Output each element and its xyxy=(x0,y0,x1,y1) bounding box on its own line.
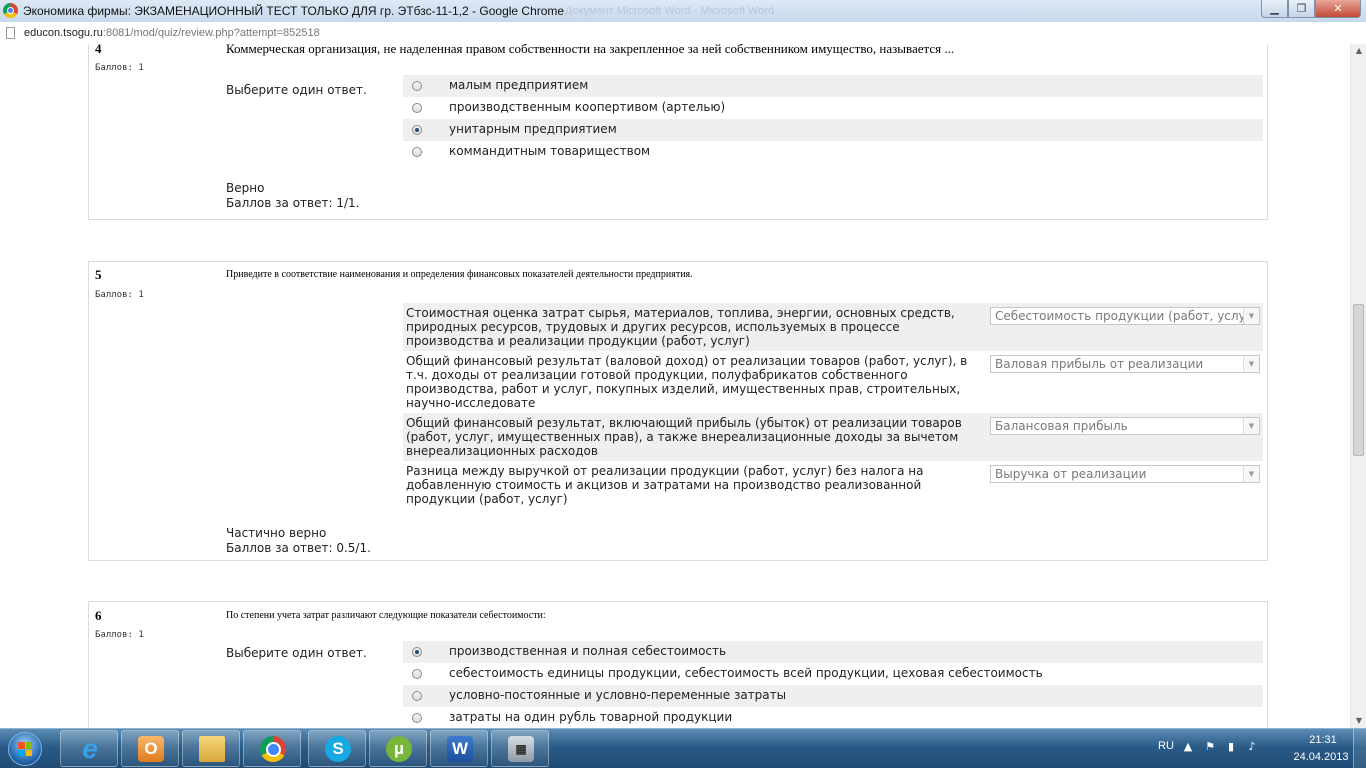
question-text: По степени учета затрат различают следую… xyxy=(226,610,546,621)
chevron-down-icon: ▼ xyxy=(1243,308,1259,324)
question-grade: Баллов: 1 xyxy=(95,630,144,640)
utorrent-icon: µ xyxy=(386,736,412,762)
action-center-flag-icon[interactable]: ⚑ xyxy=(1204,741,1216,753)
outcome-score: Баллов за ответ: 1/1. xyxy=(226,196,360,210)
question-text: Коммерческая организация, не наделенная … xyxy=(226,44,955,56)
windows-start-orb-icon xyxy=(8,732,42,766)
taskbar-internet-explorer[interactable]: e xyxy=(60,730,118,767)
match-definition: Общий финансовый результат, включающий п… xyxy=(406,416,962,458)
chevron-down-icon: ▼ xyxy=(1243,418,1259,434)
answer-option[interactable]: малым предприятием xyxy=(403,75,1263,97)
answer-option[interactable]: производственным коопертивом (артелью) xyxy=(403,97,1263,119)
page-icon xyxy=(6,27,15,39)
answer-list: малым предприятием производственным кооп… xyxy=(403,75,1263,163)
close-button[interactable]: ✕ xyxy=(1315,0,1361,18)
scroll-thumb[interactable] xyxy=(1353,304,1364,456)
answer-option[interactable]: коммандитным товариществом xyxy=(403,141,1263,163)
answer-option[interactable]: производственная и полная себестоимость xyxy=(403,641,1263,663)
question-text: Приведите в соответствие наименования и … xyxy=(226,269,693,280)
question-number: 5 xyxy=(95,267,102,282)
radio-button[interactable] xyxy=(412,147,422,157)
question-grade: Баллов: 1 xyxy=(95,290,144,300)
radio-button-selected[interactable] xyxy=(412,647,422,657)
question-grade: Баллов: 1 xyxy=(95,63,144,73)
match-select[interactable]: Валовая прибыль от реализации ▼ xyxy=(990,355,1260,373)
show-hidden-icons-icon[interactable]: ▲ xyxy=(1182,741,1194,753)
vertical-scrollbar[interactable]: ▲ ▼ xyxy=(1350,44,1366,728)
internet-explorer-icon: e xyxy=(82,733,98,764)
folder-icon xyxy=(199,736,225,762)
question-outcome: Частично верно Баллов за ответ: 0.5/1. xyxy=(226,526,371,556)
clock-time[interactable]: 21:31 xyxy=(1298,734,1348,746)
question-6: 6 Баллов: 1 По степени учета затрат разл… xyxy=(88,601,1268,728)
question-outcome: Верно Баллов за ответ: 1/1. xyxy=(226,181,359,211)
match-select[interactable]: Выручка от реализации ▼ xyxy=(990,465,1260,483)
chevron-down-icon: ▼ xyxy=(1243,356,1259,372)
word-icon: W xyxy=(447,736,473,762)
outcome-status: Верно xyxy=(226,181,265,195)
match-list: Стоимостная оценка затрат сырья, материа… xyxy=(403,303,1263,507)
clock-date[interactable]: 24.04.2013 xyxy=(1286,751,1356,763)
answer-list: производственная и полная себестоимость … xyxy=(403,641,1263,728)
radio-button[interactable] xyxy=(412,713,422,723)
minimize-button[interactable]: ▁ xyxy=(1261,0,1288,18)
radio-button[interactable] xyxy=(412,691,422,701)
background-window-title: Документ Microsoft Word - Microsoft Word xyxy=(565,5,775,17)
calculator-icon: ▦ xyxy=(508,736,534,762)
chevron-down-icon: ▼ xyxy=(1243,466,1259,482)
maximize-button[interactable]: ❐ xyxy=(1288,0,1315,18)
match-definition: Стоимостная оценка затрат сырья, материа… xyxy=(406,306,955,348)
radio-button[interactable] xyxy=(412,103,422,113)
outlook-icon: O xyxy=(138,736,164,762)
answer-option[interactable]: унитарным предприятием xyxy=(403,119,1263,141)
taskbar: e O S µ W ▦ RU ▲ ⚑ ▮ ♪ 21:31 24.04.2013 xyxy=(0,728,1366,768)
radio-button-selected[interactable] xyxy=(412,125,422,135)
outcome-status: Частично верно xyxy=(226,526,327,540)
volume-icon[interactable]: ♪ xyxy=(1246,741,1258,753)
match-row: Стоимостная оценка затрат сырья, материа… xyxy=(403,303,1263,351)
url-text[interactable]: educon.tsogu.ru:8081/mod/quiz/review.php… xyxy=(24,27,320,39)
radio-button[interactable] xyxy=(412,669,422,679)
address-bar[interactable]: educon.tsogu.ru:8081/mod/quiz/review.php… xyxy=(0,22,1366,45)
taskbar-explorer[interactable] xyxy=(182,730,240,767)
taskbar-chrome[interactable] xyxy=(243,730,301,767)
match-select[interactable]: Балансовая прибыль ▼ xyxy=(990,417,1260,435)
taskbar-calculator[interactable]: ▦ xyxy=(491,730,549,767)
match-definition: Разница между выручкой от реализации про… xyxy=(406,464,924,506)
answer-prompt: Выберите один ответ. xyxy=(226,646,367,660)
page-content: 4 Баллов: 1 Коммерческая организация, не… xyxy=(0,44,1350,728)
answer-prompt: Выберите один ответ. xyxy=(226,83,367,97)
system-tray: RU ▲ ⚑ ▮ ♪ 21:31 24.04.2013 xyxy=(1126,729,1366,768)
language-indicator[interactable]: RU xyxy=(1158,740,1174,752)
match-row: Общий финансовый результат (валовой дохо… xyxy=(403,351,1263,413)
window-title: Экономика фирмы: ЭКЗАМЕНАЦИОННЫЙ ТЕСТ ТО… xyxy=(23,4,565,18)
question-4: 4 Баллов: 1 Коммерческая организация, не… xyxy=(88,44,1268,220)
chrome-logo-icon xyxy=(3,3,18,18)
match-row: Общий финансовый результат, включающий п… xyxy=(403,413,1263,461)
window-titlebar[interactable]: Экономика фирмы: ЭКЗАМЕНАЦИОННЫЙ ТЕСТ ТО… xyxy=(0,0,1366,22)
radio-button[interactable] xyxy=(412,81,422,91)
taskbar-skype[interactable]: S xyxy=(308,730,366,767)
question-number: 4 xyxy=(95,44,102,56)
show-desktop-button[interactable] xyxy=(1353,729,1366,768)
match-row: Разница между выручкой от реализации про… xyxy=(403,461,1263,507)
answer-option[interactable]: затраты на один рубль товарной продукции xyxy=(403,707,1263,728)
network-signal-icon[interactable]: ▮ xyxy=(1225,741,1237,753)
match-select[interactable]: Себестоимость продукции (работ, услуг) ▼ xyxy=(990,307,1260,325)
scroll-up-arrow-icon[interactable]: ▲ xyxy=(1351,44,1366,58)
chrome-icon xyxy=(260,736,286,762)
outcome-score: Баллов за ответ: 0.5/1. xyxy=(226,541,371,555)
taskbar-utorrent[interactable]: µ xyxy=(369,730,427,767)
skype-icon: S xyxy=(325,736,351,762)
answer-option[interactable]: себестоимость единицы продукции, себесто… xyxy=(403,663,1263,685)
answer-option[interactable]: условно-постоянные и условно-переменные … xyxy=(403,685,1263,707)
question-number: 6 xyxy=(95,608,102,623)
scroll-down-arrow-icon[interactable]: ▼ xyxy=(1351,714,1366,728)
taskbar-outlook[interactable]: O xyxy=(121,730,179,767)
start-button[interactable] xyxy=(2,730,50,768)
question-5: 5 Баллов: 1 Приведите в соответствие наи… xyxy=(88,261,1268,561)
match-definition: Общий финансовый результат (валовой дохо… xyxy=(406,354,968,410)
taskbar-word[interactable]: W xyxy=(430,730,488,767)
